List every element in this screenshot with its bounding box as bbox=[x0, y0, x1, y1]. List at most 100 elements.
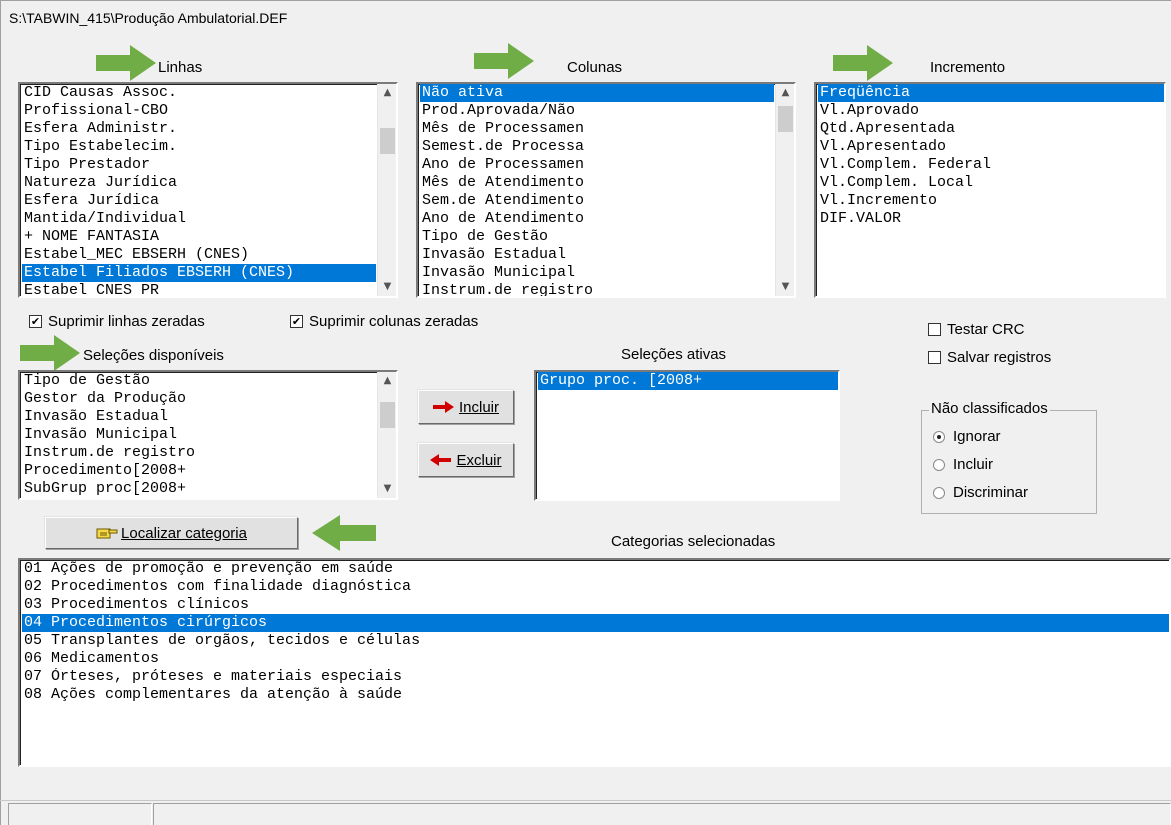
list-item[interactable]: 05 Transplantes de orgãos, tecidos e cél… bbox=[22, 632, 1169, 650]
radio-icon[interactable] bbox=[933, 458, 945, 471]
status-pane bbox=[153, 803, 1171, 825]
list-item[interactable]: 06 Medicamentos bbox=[22, 650, 1169, 668]
list-item[interactable]: Estabel_MEC EBSERH (CNES) bbox=[22, 246, 376, 264]
list-item[interactable]: 03 Procedimentos clínicos bbox=[22, 596, 1169, 614]
suprimir-colunas-checkbox[interactable]: ✔ Suprimir colunas zeradas bbox=[290, 313, 478, 330]
radio-incluir-label: Incluir bbox=[953, 456, 994, 473]
chevron-down-icon[interactable]: ▼ bbox=[378, 480, 396, 498]
list-item[interactable]: Mantida/Individual bbox=[22, 210, 376, 228]
linhas-listbox[interactable]: CID Causas Assoc. Profissional-CBO Esfera … bbox=[18, 82, 398, 298]
list-item[interactable]: Esfera Jurídica bbox=[22, 192, 376, 210]
testar-crc-checkbox[interactable]: Testar CRC bbox=[928, 321, 1025, 338]
list-item[interactable]: + NOME FANTASIA bbox=[22, 228, 376, 246]
localizar-categoria-button[interactable]: Localizar categoria bbox=[45, 517, 298, 549]
incluir-label: Incluir bbox=[458, 398, 499, 416]
colunas-listbox[interactable]: Não ativa Prod.Aprovada/Não Mês de Process… bbox=[416, 82, 796, 298]
list-item[interactable]: 07 Órteses, próteses e materiais especia… bbox=[22, 668, 1169, 686]
checkbox-box[interactable] bbox=[928, 351, 941, 364]
checkbox-box[interactable] bbox=[928, 323, 941, 336]
list-item[interactable]: Natureza Jurídica bbox=[22, 174, 376, 192]
incluir-button[interactable]: Incluir bbox=[418, 390, 514, 424]
colunas-scrollbar[interactable]: ▲ ▼ bbox=[775, 84, 794, 296]
list-item[interactable]: Vl.Aprovado bbox=[818, 102, 1164, 120]
radio-discriminar[interactable]: Discriminar bbox=[933, 484, 1028, 501]
arrow-right-icon bbox=[833, 45, 893, 81]
list-item[interactable]: Tipo de Gestão bbox=[22, 372, 376, 390]
list-item[interactable]: 01 Ações de promoção e prevenção em saúd… bbox=[22, 560, 1169, 578]
colunas-label: Colunas bbox=[567, 59, 623, 76]
list-item[interactable]: Invasão Estadual bbox=[22, 408, 376, 426]
list-item[interactable]: Grupo proc. [2008+ bbox=[538, 372, 838, 390]
list-item[interactable]: Vl.Complem. Local bbox=[818, 174, 1164, 192]
list-item[interactable]: Esfera Administr. bbox=[22, 120, 376, 138]
selecoes-disponiveis-items: Tipo de Gestão Gestor da Produção Invasão … bbox=[22, 372, 376, 498]
list-item[interactable]: Freqüência bbox=[818, 84, 1164, 102]
list-item[interactable]: Instrum.de registro bbox=[22, 444, 376, 462]
suprimir-linhas-label: Suprimir linhas zeradas bbox=[48, 313, 205, 330]
radio-selected-icon[interactable] bbox=[933, 430, 945, 443]
list-item[interactable]: 04 Procedimentos cirúrgicos bbox=[22, 614, 1169, 632]
disponiveis-scrollbar[interactable]: ▲ ▼ bbox=[377, 372, 396, 498]
list-item[interactable]: Estabel CNES PR bbox=[22, 282, 376, 296]
list-item[interactable]: Instrum.de registro bbox=[420, 282, 774, 296]
nao-classificados-title: Não classificados bbox=[929, 400, 1050, 417]
list-item[interactable]: Mês de Atendimento bbox=[420, 174, 774, 192]
list-item[interactable]: Profissional-CBO bbox=[22, 102, 376, 120]
categorias-label: Categorias selecionadas bbox=[611, 533, 776, 550]
list-item[interactable]: Vl.Apresentado bbox=[818, 138, 1164, 156]
checkbox-check-icon[interactable]: ✔ bbox=[29, 315, 42, 328]
incremento-items: Freqüência Vl.Aprovado Qtd.Apresentada Vl.A… bbox=[818, 84, 1164, 228]
list-item[interactable]: Sem.de Atendimento bbox=[420, 192, 774, 210]
incremento-label: Incremento bbox=[930, 59, 1006, 76]
excluir-button[interactable]: Excluir bbox=[418, 443, 514, 477]
salvar-registros-checkbox[interactable]: Salvar registros bbox=[928, 349, 1051, 366]
selecoes-ativas-listbox[interactable]: Grupo proc. [2008+ bbox=[534, 370, 840, 501]
radio-discriminar-label: Discriminar bbox=[953, 484, 1028, 501]
list-item[interactable]: Ano de Atendimento bbox=[420, 210, 774, 228]
selecoes-disponiveis-listbox[interactable]: Tipo de Gestão Gestor da Produção Invasão … bbox=[18, 370, 398, 500]
list-item[interactable]: DIF.VALOR bbox=[818, 210, 1164, 228]
list-item[interactable]: Invasão Municipal bbox=[22, 426, 376, 444]
list-item[interactable]: Vl.Complem. Federal bbox=[818, 156, 1164, 174]
scroll-thumb[interactable] bbox=[380, 402, 395, 428]
checkbox-check-icon[interactable]: ✔ bbox=[290, 315, 303, 328]
list-item[interactable]: Ano de Processamen bbox=[420, 156, 774, 174]
arrow-right-icon bbox=[474, 43, 534, 79]
chevron-up-icon[interactable]: ▲ bbox=[776, 84, 794, 102]
list-item[interactable]: 08 Ações complementares da atenção à saú… bbox=[22, 686, 1169, 704]
testar-crc-label: Testar CRC bbox=[947, 321, 1025, 338]
chevron-down-icon[interactable]: ▼ bbox=[776, 278, 794, 296]
scroll-thumb[interactable] bbox=[380, 128, 395, 154]
radio-icon[interactable] bbox=[933, 486, 945, 499]
chevron-up-icon[interactable]: ▲ bbox=[378, 372, 396, 390]
list-item[interactable]: 02 Procedimentos com finalidade diagnóst… bbox=[22, 578, 1169, 596]
chevron-up-icon[interactable]: ▲ bbox=[378, 84, 396, 102]
list-item[interactable]: CID Causas Assoc. bbox=[22, 84, 376, 102]
chevron-down-icon[interactable]: ▼ bbox=[378, 278, 396, 296]
categorias-listbox[interactable]: 01 Ações de promoção e prevenção em saúd… bbox=[18, 558, 1171, 767]
list-item[interactable]: Estabel Filiados EBSERH (CNES) bbox=[22, 264, 376, 282]
pointing-hand-icon bbox=[96, 528, 118, 539]
list-item[interactable]: Mês de Processamen bbox=[420, 120, 774, 138]
colunas-items: Não ativa Prod.Aprovada/Não Mês de Process… bbox=[420, 84, 774, 296]
list-item[interactable]: Qtd.Apresentada bbox=[818, 120, 1164, 138]
list-item[interactable]: Invasão Estadual bbox=[420, 246, 774, 264]
list-item[interactable]: Vl.Incremento bbox=[818, 192, 1164, 210]
linhas-scrollbar[interactable]: ▲ ▼ bbox=[377, 84, 396, 296]
list-item[interactable]: Procedimento[2008+ bbox=[22, 462, 376, 480]
salvar-registros-label: Salvar registros bbox=[947, 349, 1052, 366]
list-item[interactable]: Invasão Municipal bbox=[420, 264, 774, 282]
list-item[interactable]: Tipo de Gestão bbox=[420, 228, 774, 246]
radio-incluir[interactable]: Incluir bbox=[933, 456, 993, 473]
incremento-listbox[interactable]: Freqüência Vl.Aprovado Qtd.Apresentada Vl.A… bbox=[814, 82, 1166, 298]
list-item[interactable]: Não ativa bbox=[420, 84, 774, 102]
suprimir-linhas-checkbox[interactable]: ✔ Suprimir linhas zeradas bbox=[29, 313, 205, 330]
list-item[interactable]: Prod.Aprovada/Não bbox=[420, 102, 774, 120]
scroll-thumb[interactable] bbox=[778, 106, 793, 132]
radio-ignorar[interactable]: Ignorar bbox=[933, 428, 1001, 445]
list-item[interactable]: Tipo Estabelecim. bbox=[22, 138, 376, 156]
list-item[interactable]: Gestor da Produção bbox=[22, 390, 376, 408]
list-item[interactable]: SubGrup proc[2008+ bbox=[22, 480, 376, 498]
list-item[interactable]: Semest.de Processa bbox=[420, 138, 774, 156]
list-item[interactable]: Tipo Prestador bbox=[22, 156, 376, 174]
